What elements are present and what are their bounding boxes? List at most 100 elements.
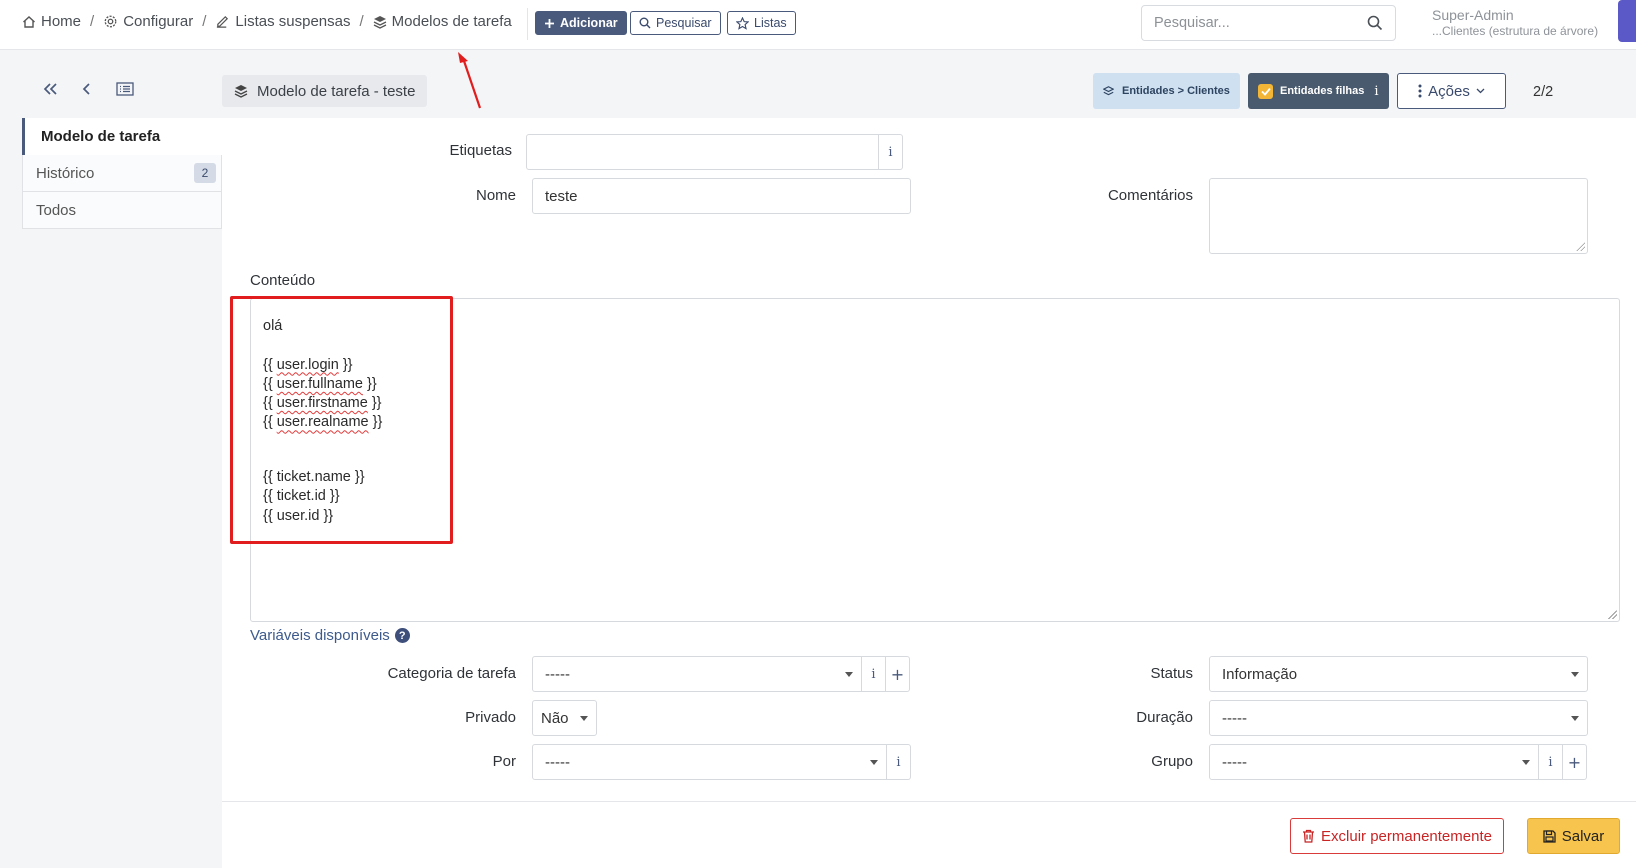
lists-button[interactable]: Listas [727, 11, 796, 35]
breadcrumb: Home / Configurar / Listas suspensas / M… [22, 13, 512, 30]
caret-down-icon [1571, 672, 1579, 677]
layers-icon [1103, 85, 1114, 97]
global-search-input[interactable]: Pesquisar... [1141, 5, 1396, 41]
etiquetas-label: Etiquetas [449, 142, 512, 159]
nome-value: teste [545, 187, 578, 205]
double-chevron-left-icon[interactable] [42, 82, 58, 96]
chevron-down-icon [1476, 88, 1485, 94]
user-menu-tab[interactable] [1618, 0, 1636, 42]
tab-label: Histórico [36, 164, 95, 182]
caret-down-icon [1522, 760, 1530, 765]
nome-field[interactable]: teste [532, 178, 911, 214]
grupo-select[interactable]: ----- [1209, 744, 1539, 780]
plus-icon[interactable]: + [1563, 744, 1587, 780]
duracao-select[interactable]: ----- [1209, 700, 1588, 736]
duracao-label: Duração [1136, 709, 1193, 726]
crumb-home[interactable]: Home [22, 13, 81, 30]
actions-label: Ações [1428, 82, 1470, 100]
crumb-configurar-label: Configurar [123, 13, 194, 30]
user-entity: ...Clientes (estrutura de árvore) [1432, 23, 1599, 38]
save-button[interactable]: Salvar [1527, 818, 1620, 854]
caret-down-icon [845, 672, 853, 677]
entity-badge[interactable]: Entidades > Clientes [1093, 73, 1240, 109]
tab-modelo-de-tarefa[interactable]: Modelo de tarefa [22, 118, 222, 155]
layers-icon [234, 84, 248, 98]
crumb-modelos-label: Modelos de tarefa [391, 13, 512, 30]
tab-label: Modelo de tarefa [41, 128, 161, 145]
crumb-separator: / [359, 13, 364, 30]
conteudo-label: Conteúdo [250, 272, 316, 289]
por-value: ----- [545, 753, 570, 771]
resize-grip[interactable] [1607, 609, 1617, 619]
caret-down-icon [870, 760, 878, 765]
por-label: Por [492, 753, 516, 770]
help-icon: ? [394, 628, 410, 643]
categoria-select[interactable]: ----- [532, 656, 862, 692]
child-entities-label: Entidades filhas [1280, 85, 1365, 97]
etiquetas-field[interactable] [526, 134, 879, 170]
view-controls [42, 82, 134, 96]
user-name: Super-Admin [1432, 7, 1514, 23]
nome-label: Nome [475, 187, 516, 204]
crumb-configurar[interactable]: Configurar [103, 13, 193, 30]
crumb-home-label: Home [41, 13, 82, 30]
search-icon [639, 17, 651, 29]
home-icon [22, 15, 36, 29]
search-button-label: Pesquisar [656, 16, 712, 30]
por-select[interactable]: ----- [532, 744, 887, 780]
crumb-listas[interactable]: Listas suspensas [215, 13, 350, 30]
gear-icon [103, 14, 118, 29]
user-info[interactable]: Super-Admin ...Clientes (estrutura de ár… [1432, 7, 1598, 38]
resize-grip[interactable] [1575, 241, 1585, 251]
trash-icon [1302, 829, 1315, 843]
conteudo-editor[interactable]: olá {{ user.login }} {{ user.fullname }}… [250, 298, 1620, 622]
available-variables-link[interactable]: Variáveis disponíveis ? [250, 627, 410, 644]
info-icon[interactable]: i [887, 744, 911, 780]
crumb-modelos[interactable]: Modelos de tarefa [373, 13, 512, 30]
crumb-separator: / [90, 13, 95, 30]
annotation-highlight-box [230, 296, 453, 544]
record-title-text: Modelo de tarefa - teste [257, 82, 416, 100]
info-icon[interactable]: i [879, 134, 903, 170]
caret-down-icon [580, 716, 588, 721]
info-icon[interactable]: i [862, 656, 886, 692]
available-variables-label: Variáveis disponíveis [250, 627, 390, 644]
record-tabs: Modelo de tarefa Histórico 2 Todos [22, 118, 222, 229]
entity-badge-label: Entidades > Clientes [1122, 85, 1230, 97]
search-button[interactable]: Pesquisar [630, 11, 721, 35]
child-entities-toggle[interactable]: Entidades filhas i [1248, 73, 1389, 109]
save-icon [1543, 829, 1556, 843]
comentarios-label: Comentários [1107, 187, 1193, 204]
crumb-separator: / [202, 13, 207, 30]
actions-dropdown[interactable]: Ações [1397, 73, 1506, 109]
grupo-value: ----- [1222, 753, 1247, 771]
privado-value: Não [541, 709, 569, 727]
delete-label: Excluir permanentemente [1321, 827, 1492, 845]
delete-permanently-button[interactable]: Excluir permanentemente [1290, 818, 1504, 854]
add-button-label: Adicionar [560, 16, 618, 30]
chevron-left-icon[interactable] [82, 82, 92, 96]
edit-icon [215, 14, 230, 29]
annotation-arrow [458, 52, 482, 109]
record-title: Modelo de tarefa - teste [222, 75, 428, 107]
privado-select[interactable]: Não [532, 700, 597, 736]
tab-label: Todos [36, 201, 77, 219]
star-icon [736, 16, 749, 30]
list-view-icon[interactable] [116, 82, 134, 96]
save-label: Salvar [1561, 827, 1605, 845]
divider [527, 8, 528, 40]
info-icon[interactable]: i [1539, 744, 1563, 780]
status-label: Status [1150, 665, 1193, 682]
categoria-value: ----- [545, 665, 570, 683]
global-search-placeholder: Pesquisar... [1154, 15, 1230, 31]
comentarios-field[interactable] [1209, 178, 1588, 254]
add-button[interactable]: Adicionar [535, 11, 627, 35]
search-icon[interactable] [1367, 15, 1383, 31]
tab-todos[interactable]: Todos [22, 192, 222, 229]
crumb-listas-label: Listas suspensas [235, 13, 351, 30]
status-select[interactable]: Informação [1209, 656, 1588, 692]
layers-icon [373, 15, 387, 29]
categoria-label: Categoria de tarefa [387, 665, 516, 682]
plus-icon[interactable]: + [886, 656, 910, 692]
tab-historico[interactable]: Histórico 2 [22, 155, 222, 192]
